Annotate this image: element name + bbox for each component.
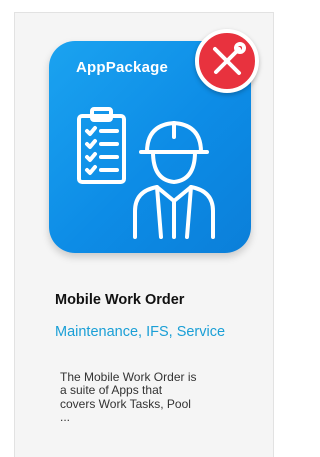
description-line: ...	[60, 410, 71, 425]
tools-badge	[195, 29, 259, 93]
app-description: The Mobile Work Order is a suite of Apps…	[60, 370, 250, 425]
description-line: a suite of Apps that	[60, 383, 163, 398]
app-tags: Maintenance, IFS, Service	[55, 324, 226, 340]
app-title[interactable]: Mobile Work Order	[55, 292, 184, 308]
app-package-label: AppPackage	[76, 59, 169, 76]
description-line: The Mobile Work Order is	[60, 370, 197, 384]
tools-icon	[213, 42, 246, 75]
description-line: covers Work Tasks, Pool	[60, 396, 191, 411]
